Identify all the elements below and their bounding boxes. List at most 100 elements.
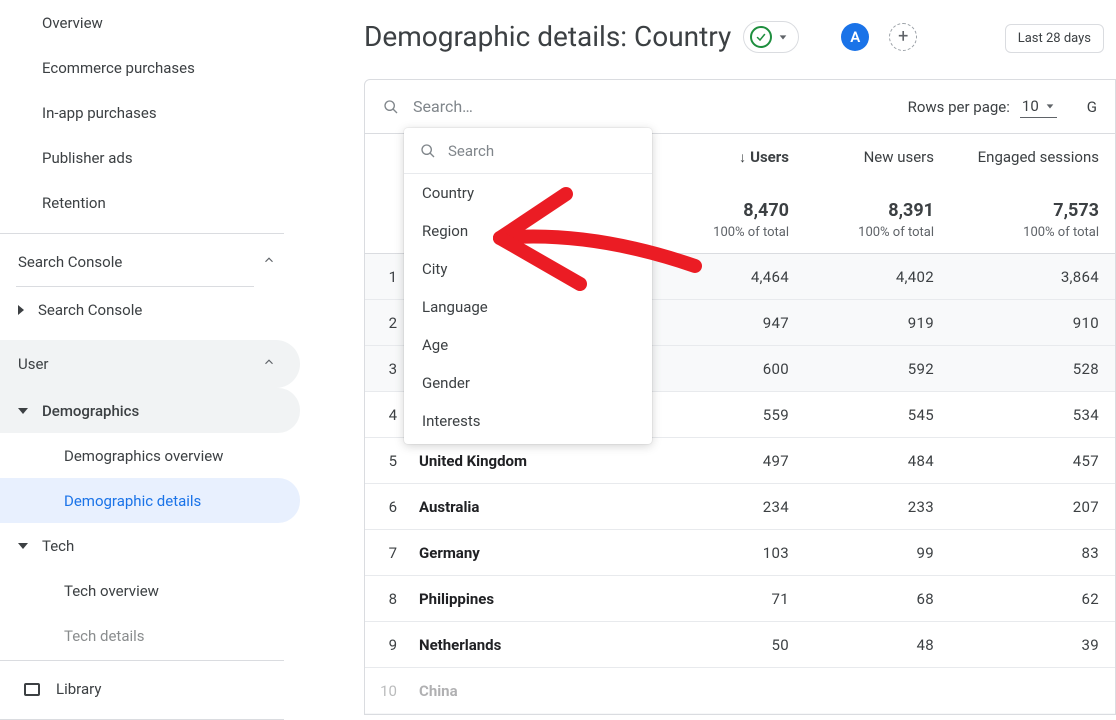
page-title: Demographic details: Country: [364, 20, 731, 53]
dropdown-item[interactable]: Language: [404, 288, 652, 326]
sidebar-item-inapp[interactable]: In-app purchases: [0, 90, 300, 135]
sidebar-item-retention[interactable]: Retention: [0, 180, 300, 225]
row-country: United Kingdom: [419, 452, 663, 470]
sidebar-item-demographic-details[interactable]: Demographic details: [0, 478, 300, 523]
totals-new-users: 8,391: [888, 200, 934, 221]
sidebar-item-label: Tech details: [64, 627, 145, 645]
row-country: Philippines: [419, 590, 663, 608]
column-header-users[interactable]: ↓Users 8,470 100% of total: [663, 134, 803, 253]
row-new-users: 545: [803, 406, 948, 424]
row-new-users: 592: [803, 360, 948, 378]
sidebar-item-tech-overview[interactable]: Tech overview: [0, 568, 300, 613]
title-row: Demographic details: Country A +: [364, 20, 1116, 53]
chevron-down-icon: [1045, 101, 1055, 111]
row-index: 7: [365, 544, 419, 562]
table-row[interactable]: 9Netherlands504839: [365, 622, 1115, 668]
chevron-up-icon: [262, 355, 276, 373]
row-users: 497: [663, 452, 803, 470]
chevron-down-icon: [778, 32, 788, 42]
row-sessions: 62: [948, 590, 1113, 608]
sidebar-item-demographics-overview[interactable]: Demographics overview: [0, 433, 300, 478]
sidebar-item-label: Ecommerce purchases: [42, 59, 195, 77]
table-toolbar: Search… Rows per page: 10 G: [365, 80, 1115, 134]
row-sessions: 207: [948, 498, 1113, 516]
sidebar-item-label: Publisher ads: [42, 149, 133, 167]
sidebar-item-label: Demographics: [42, 402, 139, 420]
search-icon: [420, 143, 436, 159]
rows-per-page-select[interactable]: 10: [1020, 95, 1057, 118]
row-index: 10: [365, 682, 419, 700]
sidebar-item-label: Retention: [42, 194, 106, 212]
rows-per-page: Rows per page: 10 G: [908, 95, 1097, 118]
date-range-chip[interactable]: Last 28 days: [1005, 24, 1104, 53]
row-new-users: 48: [803, 636, 948, 654]
sidebar-item-demographics[interactable]: Demographics: [0, 388, 300, 433]
divider: [0, 660, 284, 661]
row-sessions: 83: [948, 544, 1113, 562]
row-users: 50: [663, 636, 803, 654]
chevron-down-icon: [18, 543, 28, 549]
totals-users: 8,470: [743, 200, 789, 221]
row-sessions: 3,864: [948, 268, 1113, 286]
dropdown-item[interactable]: Region: [404, 212, 652, 250]
row-users: 947: [663, 314, 803, 332]
sidebar-item-publisher[interactable]: Publisher ads: [0, 135, 300, 180]
avatar[interactable]: A: [841, 23, 869, 51]
section-header-search-console[interactable]: Search Console: [0, 238, 300, 286]
sidebar-item-label: Tech: [42, 537, 74, 555]
row-index: 5: [365, 452, 419, 470]
row-sessions: 457: [948, 452, 1113, 470]
table-search[interactable]: Search…: [383, 97, 473, 116]
chevron-down-icon: [18, 408, 28, 414]
sidebar-item-ecommerce[interactable]: Ecommerce purchases: [0, 45, 300, 90]
row-new-users: 4,402: [803, 268, 948, 286]
totals-pct: 100% of total: [713, 225, 789, 240]
sidebar: Overview Ecommerce purchases In-app purc…: [0, 0, 300, 717]
row-sessions: 910: [948, 314, 1113, 332]
row-users: 234: [663, 498, 803, 516]
dropdown-item[interactable]: Age: [404, 326, 652, 364]
row-new-users: 68: [803, 590, 948, 608]
sidebar-item-tech-details[interactable]: Tech details: [0, 613, 300, 658]
table-row[interactable]: 5United Kingdom497484457: [365, 438, 1115, 484]
sidebar-item-search-console[interactable]: Search Console: [0, 287, 300, 332]
sidebar-item-overview[interactable]: Overview: [0, 0, 300, 45]
row-new-users: 233: [803, 498, 948, 516]
chevron-right-icon: [18, 305, 24, 315]
dropdown-item[interactable]: Gender: [404, 364, 652, 402]
add-comparison-button[interactable]: +: [889, 23, 917, 51]
sidebar-item-label: In-app purchases: [42, 104, 157, 122]
row-sessions: 528: [948, 360, 1113, 378]
sidebar-item-library[interactable]: Library: [0, 665, 300, 713]
row-country: Germany: [419, 544, 663, 562]
section-header-user[interactable]: User: [0, 340, 300, 388]
dropdown-item[interactable]: Country: [404, 174, 652, 212]
row-new-users: 99: [803, 544, 948, 562]
library-icon: [24, 683, 40, 696]
column-header-new-users[interactable]: New users 8,391 100% of total: [803, 134, 948, 253]
column-header-sessions[interactable]: Engaged sessions 7,573 100% of total: [948, 134, 1113, 253]
sidebar-item-tech[interactable]: Tech: [0, 523, 300, 568]
table-row[interactable]: 6Australia234233207: [365, 484, 1115, 530]
table-row[interactable]: 7Germany1039983: [365, 530, 1115, 576]
table-row[interactable]: 10China: [365, 668, 1115, 714]
row-users: 103: [663, 544, 803, 562]
table-row[interactable]: 8Philippines716862: [365, 576, 1115, 622]
section-label: User: [18, 355, 49, 373]
status-popover-button[interactable]: [743, 21, 799, 53]
row-sessions: 534: [948, 406, 1113, 424]
row-users: 600: [663, 360, 803, 378]
dropdown-item[interactable]: City: [404, 250, 652, 288]
search-placeholder: Search…: [413, 97, 473, 116]
dropdown-item[interactable]: Interests: [404, 402, 652, 440]
row-sessions: 39: [948, 636, 1113, 654]
sidebar-item-label: Demographic details: [64, 492, 201, 510]
dropdown-search-placeholder: Search: [448, 142, 494, 160]
sidebar-item-label: Search Console: [38, 301, 142, 319]
row-users: 4,464: [663, 268, 803, 286]
sidebar-item-label: Demographics overview: [64, 447, 223, 465]
row-users: 71: [663, 590, 803, 608]
row-index: 8: [365, 590, 419, 608]
row-new-users: 919: [803, 314, 948, 332]
dropdown-search[interactable]: Search: [404, 128, 652, 174]
